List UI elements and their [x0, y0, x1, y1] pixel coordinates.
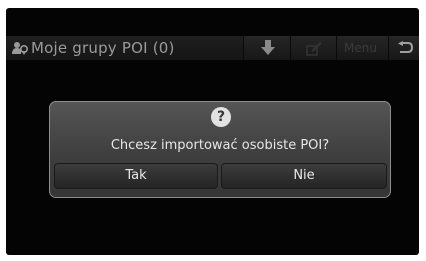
confirm-dialog: ? Chcesz importować osobiste POI? Tak Ni… [49, 101, 391, 198]
page-title: Moje grupy POI (0) [31, 39, 175, 57]
title-bar: Moje grupy POI (0) Menu [6, 36, 419, 60]
menu-button[interactable]: Menu [336, 36, 388, 60]
menu-label: Menu [344, 41, 377, 55]
edit-icon [306, 42, 322, 56]
back-button[interactable] [388, 36, 419, 60]
back-icon [398, 41, 413, 53]
user-location-icon [12, 40, 29, 56]
edit-button[interactable] [290, 36, 336, 60]
dialog-message: Chcesz importować osobiste POI? [110, 138, 330, 153]
yes-button[interactable]: Tak [54, 163, 218, 189]
download-icon [261, 40, 275, 55]
screen: Moje grupy POI (0) Menu ? Chcesz importo… [6, 8, 419, 255]
question-mark: ? [216, 109, 226, 125]
no-button[interactable]: Nie [221, 163, 387, 189]
download-button[interactable] [243, 36, 290, 60]
question-icon: ? [211, 107, 231, 127]
